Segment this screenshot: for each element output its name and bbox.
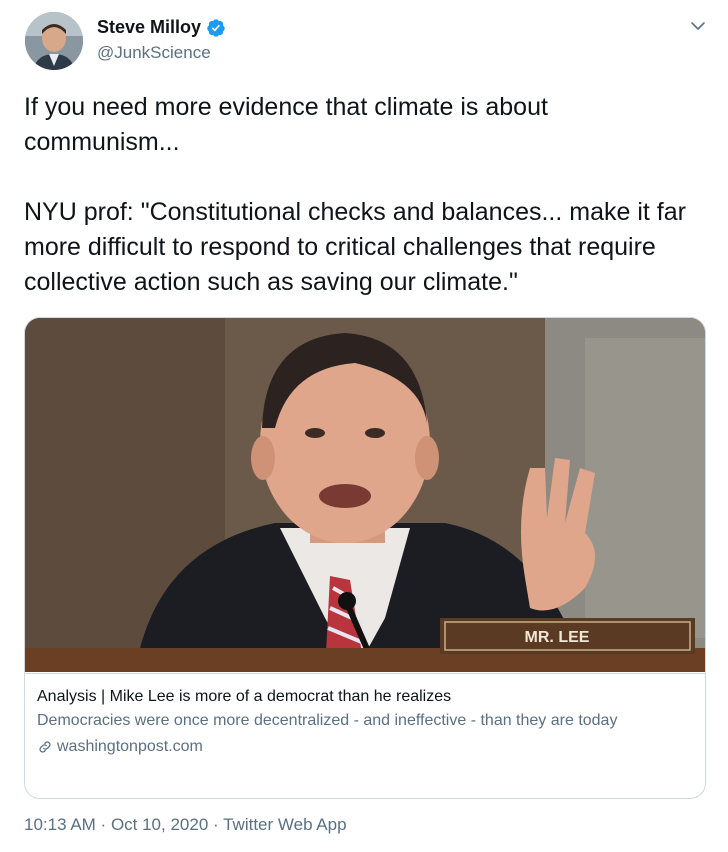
author-name-row: Steve Milloy (97, 17, 226, 38)
verified-badge-icon (207, 18, 225, 37)
card-domain-row: washingtonpost.com (37, 736, 693, 758)
author-avatar[interactable] (25, 12, 83, 70)
card-title: Analysis | Mike Lee is more of a democra… (37, 688, 452, 705)
link-card[interactable]: MR. LEE Analysis | Mike Lee is more of a… (24, 317, 706, 799)
card-domain: washingtonpost.com (57, 738, 203, 755)
tweet-source-app[interactable]: Twitter Web App (223, 815, 346, 834)
tweet-text: If you need more evidence that climate i… (24, 93, 686, 296)
tweet-date[interactable]: Oct 10, 2020 (111, 815, 208, 834)
author-name[interactable]: Steve Milloy (97, 17, 201, 38)
tweet-time[interactable]: 10:13 AM (24, 815, 96, 834)
card-meta: Analysis | Mike Lee is more of a democra… (25, 673, 705, 798)
footer-separator-2: · (208, 815, 224, 834)
author-handle[interactable]: @JunkScience (97, 43, 211, 63)
chevron-down-icon[interactable] (690, 18, 706, 34)
link-icon (39, 741, 51, 753)
card-description: Democracies were once more decentralized… (37, 712, 618, 729)
tweet-footer: 10:13 AM · Oct 10, 2020 · Twitter Web Ap… (24, 815, 347, 835)
footer-separator: · (95, 815, 111, 834)
avatar-photo (25, 12, 83, 70)
card-image: MR. LEE (25, 318, 705, 672)
nameplate-text: MR. LEE (525, 629, 590, 646)
